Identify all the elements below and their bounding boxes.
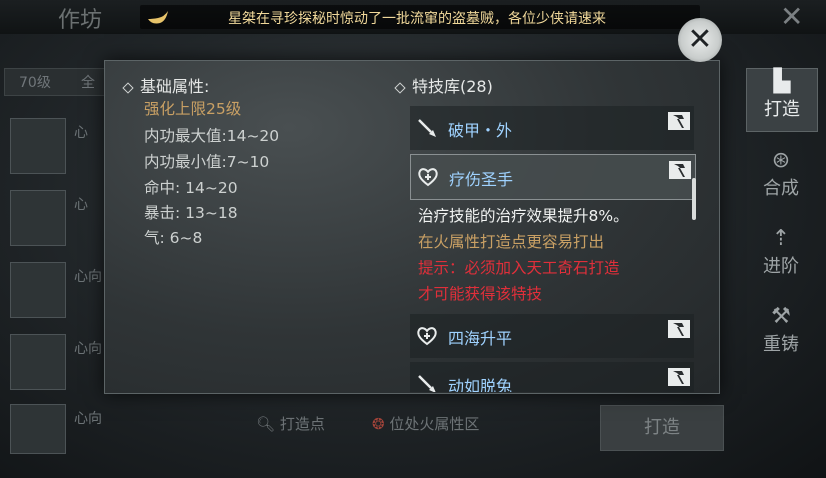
hammer-icon xyxy=(669,161,691,179)
tab-label: 进阶 xyxy=(763,256,799,277)
list-item-label: 心向 xyxy=(74,341,102,357)
item-thumbnail xyxy=(10,262,66,318)
attribute-row: 暴击: 13~18 xyxy=(144,204,238,222)
hammer-icon: ⚒ xyxy=(771,304,791,329)
base-attributes-label: 基础属性: xyxy=(140,77,210,96)
search-icon: 🔍︎ xyxy=(256,415,276,433)
item-thumbnail xyxy=(10,190,66,246)
skill-name: 动如脱兔 xyxy=(448,377,513,392)
forge-point-label: 打造点 xyxy=(279,415,325,433)
attribute-row: 命中: 14~20 xyxy=(144,179,238,197)
skill-item[interactable]: 动如脱兔 xyxy=(410,362,694,392)
skill-name: 破甲・外 xyxy=(448,121,513,140)
hammer-icon xyxy=(668,368,690,386)
list-item[interactable]: 心 xyxy=(10,118,110,174)
tab-label: 打造 xyxy=(764,99,800,120)
upgrade-icon: ⇡ xyxy=(771,226,791,251)
skill-list[interactable]: 破甲・外 疗伤圣手 治疗技能的治疗效果提升8%。 在火属性打造点更容易打出 提示… xyxy=(410,100,700,392)
tab-synthesis[interactable]: ⊛ 合成 xyxy=(746,148,816,210)
skill-warning-text: 提示：必须加入天工奇石打造 xyxy=(418,259,620,277)
attribute-row: 内功最小值:7~10 xyxy=(144,153,270,171)
skill-fire-hint: 在火属性打造点更容易打出 xyxy=(418,233,605,251)
anvil-icon: ▙ xyxy=(773,69,791,94)
skill-item[interactable]: 四海升平 xyxy=(410,314,694,358)
sword-icon xyxy=(418,119,436,137)
skill-item-selected[interactable]: 疗伤圣手 xyxy=(410,154,696,200)
tab-label: 重铸 xyxy=(763,334,799,355)
level-filter[interactable]: 70级 全 xyxy=(4,68,106,96)
notice-banner: 星桀在寻珍探秘时惊动了一批流窜的盗墓贼，各位少侠请速来 xyxy=(140,5,700,29)
base-attributes-title: 基础属性: xyxy=(122,73,210,97)
tab-upgrade[interactable]: ⇡ 进阶 xyxy=(746,226,816,288)
list-item[interactable]: 心向 xyxy=(10,334,110,390)
hammer-icon xyxy=(668,112,690,130)
tab-forge[interactable]: ▙ 打造 xyxy=(746,68,818,132)
list-item-label: 心 xyxy=(74,197,88,213)
heal-icon xyxy=(417,327,437,346)
skill-warning-text-2: 才可能获得该特技 xyxy=(418,285,543,303)
skill-list-scrollbar[interactable] xyxy=(692,178,696,220)
fire-area-label: 位处火属性区 xyxy=(389,415,480,433)
workshop-title: 作坊 xyxy=(58,8,103,33)
item-thumbnail xyxy=(10,118,66,174)
skill-description: 治疗技能的治疗效果提升8%。 在火属性打造点更容易打出 提示：必须加入天工奇石打… xyxy=(410,200,694,312)
skill-library-title: 特技库(28) xyxy=(394,73,493,97)
skill-library-label: 特技库(28) xyxy=(412,77,493,96)
attribute-row: 内功最大值:14~20 xyxy=(144,127,280,145)
forge-button[interactable]: 打造 xyxy=(600,405,724,451)
list-item-label: 心向 xyxy=(74,269,102,285)
window-close-icon[interactable]: ✕ xyxy=(780,0,803,33)
horn-icon xyxy=(148,11,168,24)
tab-reforge[interactable]: ⚒ 重铸 xyxy=(746,304,816,366)
skill-name: 疗伤圣手 xyxy=(449,170,514,189)
fire-icon: ❂ xyxy=(372,415,385,433)
item-thumbnail xyxy=(10,404,66,454)
attribute-row: 气: 6~8 xyxy=(144,229,203,247)
synthesis-icon: ⊛ xyxy=(771,148,791,173)
skill-name: 四海升平 xyxy=(448,329,513,348)
notice-text: 星桀在寻珍探秘时惊动了一批流窜的盗墓贼，各位少侠请速来 xyxy=(228,11,606,27)
hammer-icon xyxy=(668,320,690,338)
diamond-icon xyxy=(394,81,406,94)
diamond-icon xyxy=(122,81,134,94)
list-item-label: 心向 xyxy=(74,411,102,427)
forge-point-hint: 🔍︎ 打造点 xyxy=(256,413,325,434)
item-thumbnail xyxy=(10,334,66,390)
skill-effect-text: 治疗技能的治疗效果提升8%。 xyxy=(418,207,629,225)
heal-icon xyxy=(418,168,438,187)
level-filter-label: 70级 xyxy=(19,75,51,91)
tab-label: 合成 xyxy=(763,178,799,199)
list-item[interactable]: 心向 xyxy=(10,262,110,318)
list-item[interactable]: 心 xyxy=(10,190,110,246)
fire-area-hint: ❂ 位处火属性区 xyxy=(372,413,479,434)
skill-item[interactable]: 破甲・外 xyxy=(410,106,694,150)
list-item[interactable]: 心向 xyxy=(10,404,110,454)
sword-icon xyxy=(418,375,436,392)
list-item-label: 心 xyxy=(74,125,88,141)
close-icon[interactable]: ✕ xyxy=(678,18,722,62)
all-filter-label: 全 xyxy=(81,75,95,91)
enhance-limit: 强化上限25级 xyxy=(144,100,242,118)
